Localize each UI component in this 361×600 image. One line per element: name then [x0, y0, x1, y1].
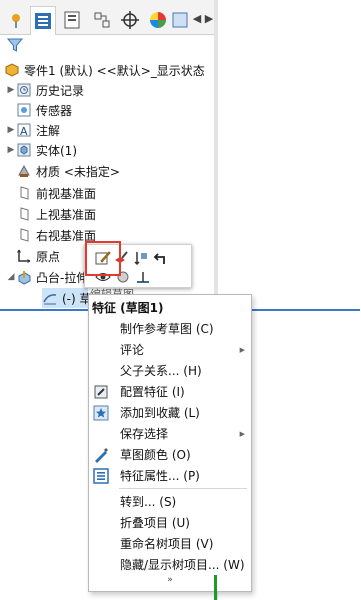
rollback-icon [134, 252, 147, 266]
tab-feature-manager[interactable] [30, 6, 56, 35]
tab-dimxpert[interactable] [118, 8, 142, 32]
color-wheel-icon [150, 12, 166, 28]
menu-item-hide-show-tree[interactable]: 隐藏/显示树项目... (W) [89, 554, 251, 575]
pin-icon [12, 14, 20, 28]
tab-cam[interactable] [170, 8, 190, 32]
menu-separator [119, 488, 247, 489]
extrude-icon [16, 269, 32, 285]
tree-item-label: 凸台-拉伸 [36, 270, 89, 285]
highlight-box [85, 241, 121, 276]
menu-item-rename[interactable]: 重命名树项目 (V) [89, 533, 251, 554]
tree-item-top-plane[interactable]: 上视基准面 [16, 204, 96, 224]
tree-item-annotations[interactable]: ▶ A 注解 [6, 120, 60, 140]
collapse-arrow-icon[interactable]: ◢ [6, 272, 16, 282]
feature-tree-icon [35, 13, 51, 29]
submenu-arrow-icon: ▶ [239, 345, 245, 354]
menu-item-label: 草图颜色 (O) [120, 448, 191, 462]
tree-item-label: 材质 <未指定> [36, 164, 120, 179]
menu-item-label: 折叠项目 (U) [120, 516, 190, 530]
menu-item-label: 重命名树项目 (V) [120, 537, 214, 551]
tree-item-label: 前视基准面 [36, 186, 97, 201]
favorite-icon [92, 404, 110, 422]
menu-item-label: 评论 [120, 343, 145, 357]
tree-item-history[interactable]: ▶ 历史记录 [6, 80, 84, 100]
cam-icon [172, 12, 188, 28]
menu-item-label: 转到... (S) [120, 495, 177, 509]
menu-item-go-to[interactable]: 转到... (S) [89, 491, 251, 512]
menu-item-save-selection[interactable]: 保存选择 ▶ [89, 423, 251, 444]
properties-icon [92, 467, 110, 485]
sensor-icon [16, 102, 32, 118]
tree-item-right-plane[interactable]: 右视基准面 [16, 225, 96, 245]
origin-icon [16, 248, 32, 264]
tree-item-front-plane[interactable]: 前视基准面 [16, 183, 96, 203]
graphics-area-edge [214, 575, 217, 600]
menu-item-add-favorite[interactable]: 添加到收藏 (L) [89, 402, 251, 423]
tree-item-sensors[interactable]: 传感器 [16, 100, 72, 120]
plane-icon [16, 185, 32, 201]
configuration-icon [94, 12, 110, 28]
rollback-button[interactable] [132, 249, 150, 267]
menu-header-label: 特征 (草图1) [92, 301, 164, 315]
tab-display-manager[interactable] [146, 8, 170, 32]
menu-item-label: 保存选择 [120, 427, 169, 441]
tab-configuration-manager[interactable] [90, 8, 114, 32]
expand-arrow-icon[interactable]: ▶ [6, 85, 16, 95]
menu-item-feature-properties[interactable]: 特征属性... (P) [89, 465, 251, 486]
undo-arrow-icon [153, 253, 165, 264]
part-icon [4, 62, 20, 78]
tree-item-label: 历史记录 [36, 83, 85, 98]
tree-item-material[interactable]: 材质 <未指定> [16, 161, 120, 181]
menu-item-parent-child[interactable]: 父子关系... (H) [89, 360, 251, 381]
menu-item-label: 添加到收藏 (L) [120, 406, 200, 420]
material-icon [16, 163, 32, 179]
context-menu: 特征 (草图1) 制作参考草图 (C) 评论 ▶ 父子关系... (H) 配置特… [88, 294, 252, 592]
annotation-icon: A [16, 122, 32, 138]
submenu-arrow-icon: ▶ [239, 429, 245, 438]
expand-arrow-icon[interactable]: ▶ [6, 125, 16, 135]
menu-expand-more-icon[interactable]: » [89, 575, 251, 585]
tree-item-label: 传感器 [36, 103, 73, 118]
expand-arrow-icon[interactable]: ▶ [6, 145, 16, 155]
sketch-icon [42, 290, 58, 306]
menu-item-label: 隐藏/显示树项目... (W) [120, 558, 245, 572]
tree-item-sketch[interactable]: (-) 草 [42, 288, 92, 308]
menu-item-label: 制作参考草图 (C) [120, 322, 214, 336]
menu-item-configure-feature[interactable]: 配置特征 (I) [89, 381, 251, 402]
undo-button[interactable] [152, 249, 170, 267]
tree-item-label: 上视基准面 [36, 207, 97, 222]
filter-icon[interactable] [6, 36, 24, 54]
svg-text:A: A [20, 125, 28, 138]
normal-to-button[interactable] [134, 268, 152, 286]
menu-item-collapse[interactable]: 折叠项目 (U) [89, 512, 251, 533]
tree-item-label: 原点 [36, 249, 61, 264]
tree-item-origin[interactable]: 原点 [16, 246, 60, 266]
menu-item-comment[interactable]: 评论 ▶ [89, 339, 251, 360]
menu-header: 特征 (草图1) [89, 297, 251, 318]
history-icon [16, 82, 32, 98]
tree-item-label: 零件1 (默认) <<默认>_显示状态 [24, 63, 205, 78]
property-manager-icon [64, 11, 80, 29]
crosshair-icon [121, 11, 139, 29]
menu-item-sketch-color[interactable]: 草图颜色 (O) [89, 444, 251, 465]
sketch-color-icon [92, 446, 110, 464]
tree-item-boss-extrude[interactable]: ◢ 凸台-拉伸 [6, 267, 88, 287]
menu-item-label: 配置特征 (I) [120, 385, 185, 399]
tree-item-label: 注解 [36, 123, 61, 138]
tab-pin[interactable] [4, 8, 28, 32]
plane-icon [16, 206, 32, 222]
plane-icon [16, 227, 32, 243]
tree-item-solid-bodies[interactable]: ▶ 实体(1) [6, 140, 77, 160]
configure-icon [92, 383, 110, 401]
menu-item-make-reference-sketch[interactable]: 制作参考草图 (C) [89, 318, 251, 339]
normal-to-icon [137, 272, 149, 283]
solid-body-icon [16, 142, 32, 158]
menu-item-label: 父子关系... (H) [120, 364, 202, 378]
tab-property-manager[interactable] [60, 8, 84, 32]
tree-item-label: 实体(1) [36, 143, 77, 158]
menu-item-label: 特征属性... (P) [120, 469, 200, 483]
tree-item-part[interactable]: 零件1 (默认) <<默认>_显示状态 [4, 60, 205, 80]
